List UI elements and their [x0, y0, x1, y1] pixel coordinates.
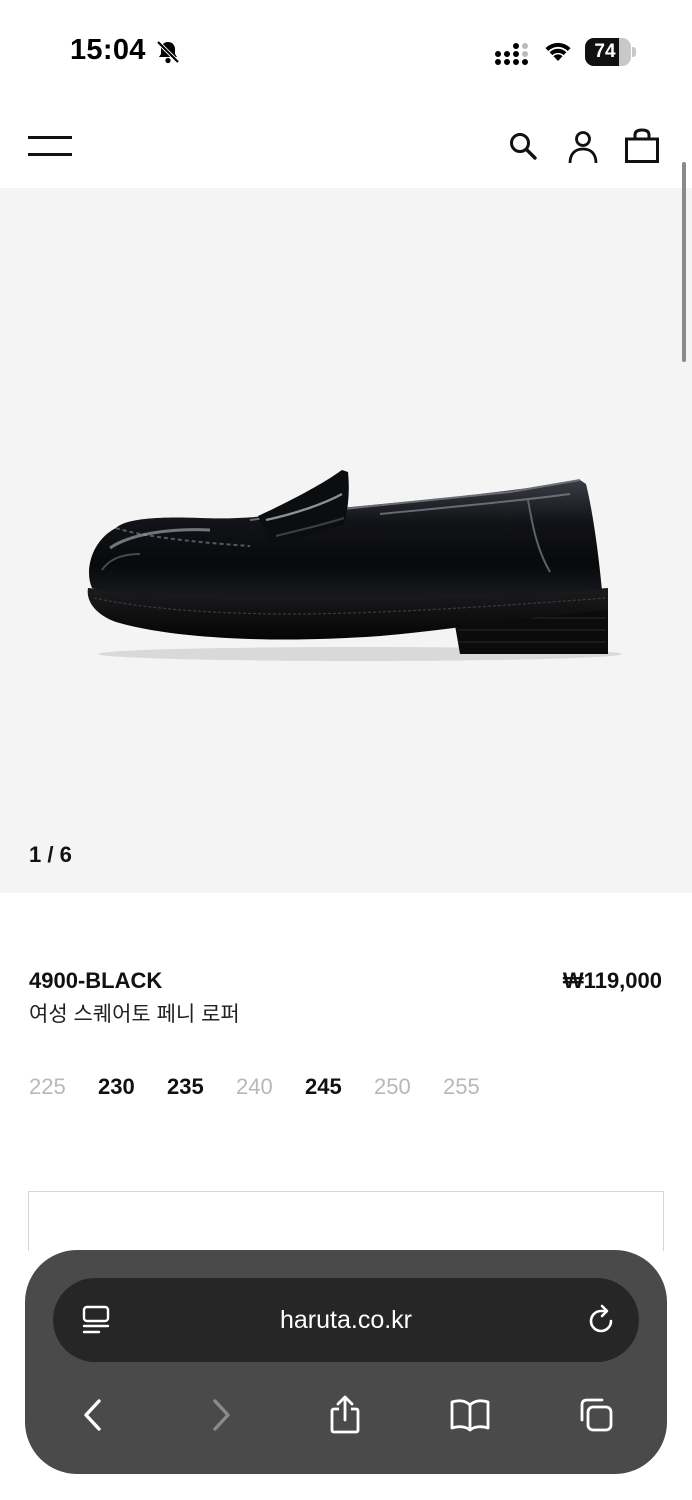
forward-button[interactable] — [196, 1390, 246, 1440]
status-bar: 15:04 74 — [0, 0, 692, 100]
bell-muted-icon — [156, 40, 180, 64]
product-gallery[interactable]: 1 / 6 — [0, 188, 692, 893]
user-icon[interactable] — [567, 130, 599, 164]
shoe-image — [87, 470, 622, 661]
product-price: ₩119,000 — [562, 968, 662, 993]
size-option[interactable]: 240 — [236, 1074, 305, 1100]
forward-icon — [213, 1399, 230, 1431]
status-time: 15:04 — [70, 34, 146, 66]
tabs-icon — [580, 1398, 613, 1432]
battery-cap — [632, 47, 636, 57]
gallery-counter: 1 / 6 — [29, 842, 72, 867]
size-option[interactable]: 235 — [167, 1074, 236, 1100]
battery-level: 74 — [594, 41, 616, 62]
url-text: haruta.co.kr — [279, 1306, 412, 1334]
option-select-box[interactable] — [28, 1191, 664, 1251]
wifi-icon — [545, 42, 571, 61]
product-code: 4900-BLACK — [29, 968, 163, 993]
size-option[interactable]: 250 — [374, 1074, 443, 1100]
back-icon — [84, 1399, 101, 1431]
menu-icon[interactable] — [28, 134, 72, 158]
battery-body: 74 — [585, 38, 631, 66]
reload-icon[interactable] — [585, 1304, 617, 1336]
browser-nav-row — [25, 1390, 667, 1440]
size-option[interactable]: 225 — [29, 1074, 98, 1100]
size-option[interactable]: 255 — [443, 1074, 512, 1100]
tabs-button[interactable] — [571, 1390, 621, 1440]
site-header — [0, 100, 692, 188]
bookmarks-icon — [450, 1399, 490, 1432]
shopping-bag-icon[interactable] — [624, 128, 660, 164]
product-page: 15:04 74 1 / 6 4900-BLACK 여성 스퀘어토 페니 로퍼 … — [0, 0, 692, 1500]
search-icon[interactable] — [508, 131, 538, 161]
page-scrollbar[interactable] — [682, 162, 686, 362]
browser-toolbar: haruta.co.kr — [25, 1250, 667, 1474]
share-icon — [330, 1395, 360, 1434]
address-bar[interactable]: haruta.co.kr — [53, 1278, 639, 1362]
size-option[interactable]: 230 — [98, 1074, 167, 1100]
size-option[interactable]: 245 — [305, 1074, 374, 1100]
bookmarks-button[interactable] — [445, 1390, 495, 1440]
share-button[interactable] — [320, 1390, 370, 1440]
product-name: 여성 스퀘어토 페니 로퍼 — [29, 1003, 240, 1026]
battery-indicator: 74 — [585, 38, 637, 66]
size-list: 225 230 235 240 245 250 255 — [29, 1074, 512, 1100]
back-button[interactable] — [68, 1390, 118, 1440]
signal-icon — [495, 43, 528, 65]
